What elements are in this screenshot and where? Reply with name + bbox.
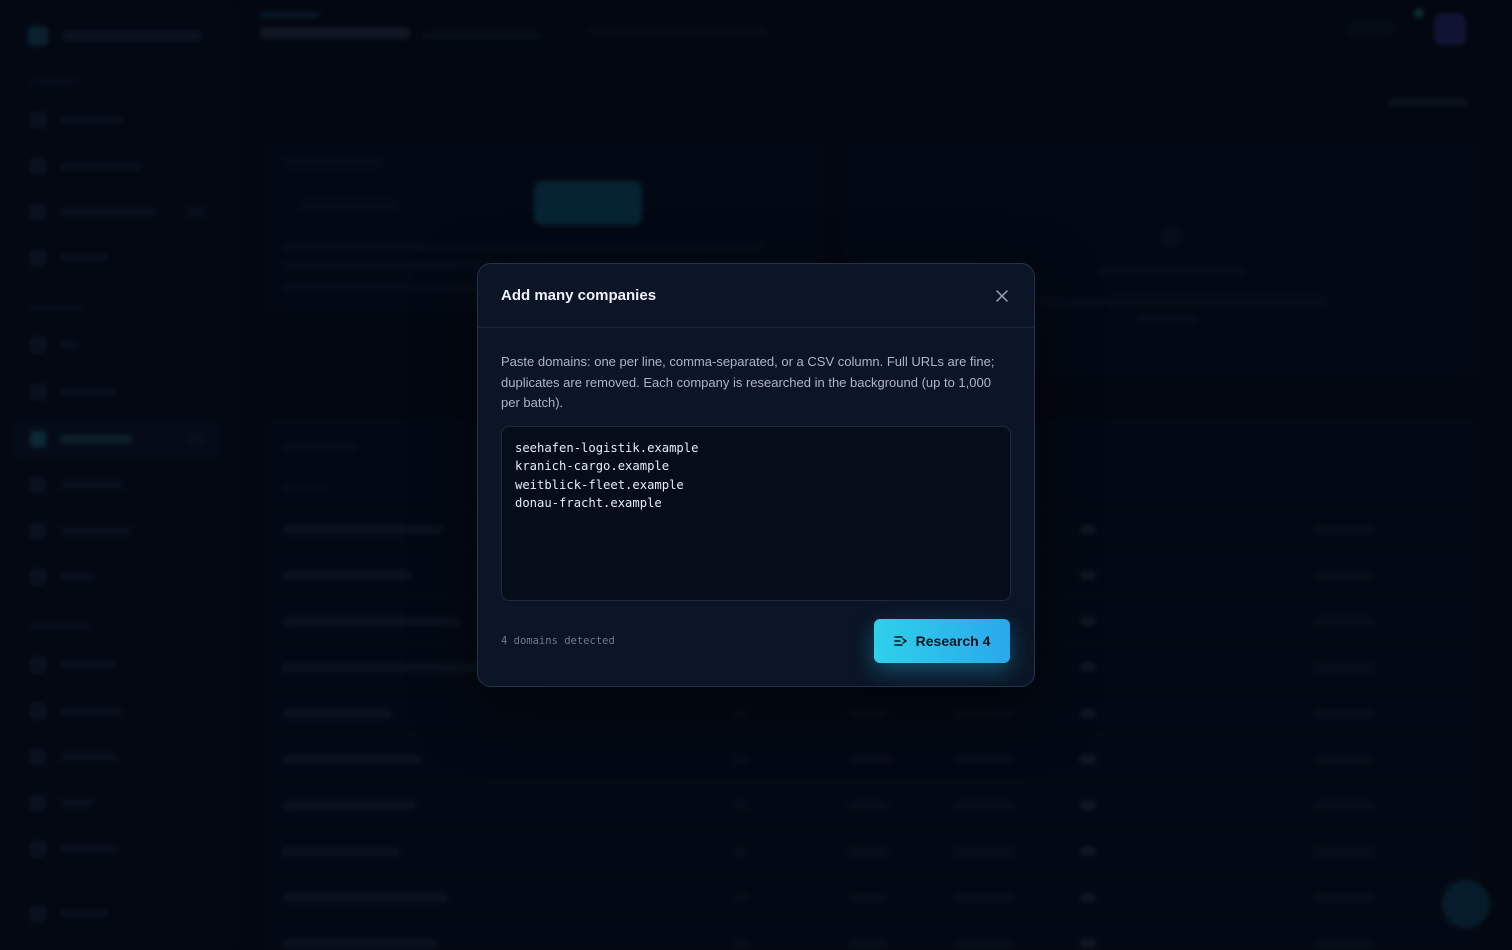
domains-textarea[interactable] xyxy=(501,425,1011,601)
list-arrow-icon xyxy=(893,636,907,646)
modal-description: Paste domains: one per line, comma-separ… xyxy=(501,354,995,410)
close-button[interactable] xyxy=(992,286,1012,306)
modal-title: Add many companies xyxy=(501,287,657,304)
modal-header: Add many companies xyxy=(478,264,1034,328)
domains-detected-count: 4 domains detected xyxy=(501,635,615,647)
research-submit-button[interactable]: Research 4 xyxy=(874,619,1010,663)
modal-body: Paste domains: one per line, comma-separ… xyxy=(478,328,1034,606)
modal-footer: 4 domains detected Research 4 xyxy=(501,619,1010,663)
add-companies-modal: Add many companies Paste domains: one pe… xyxy=(477,263,1035,687)
close-icon xyxy=(996,289,1008,302)
research-submit-label: Research 4 xyxy=(915,633,991,649)
